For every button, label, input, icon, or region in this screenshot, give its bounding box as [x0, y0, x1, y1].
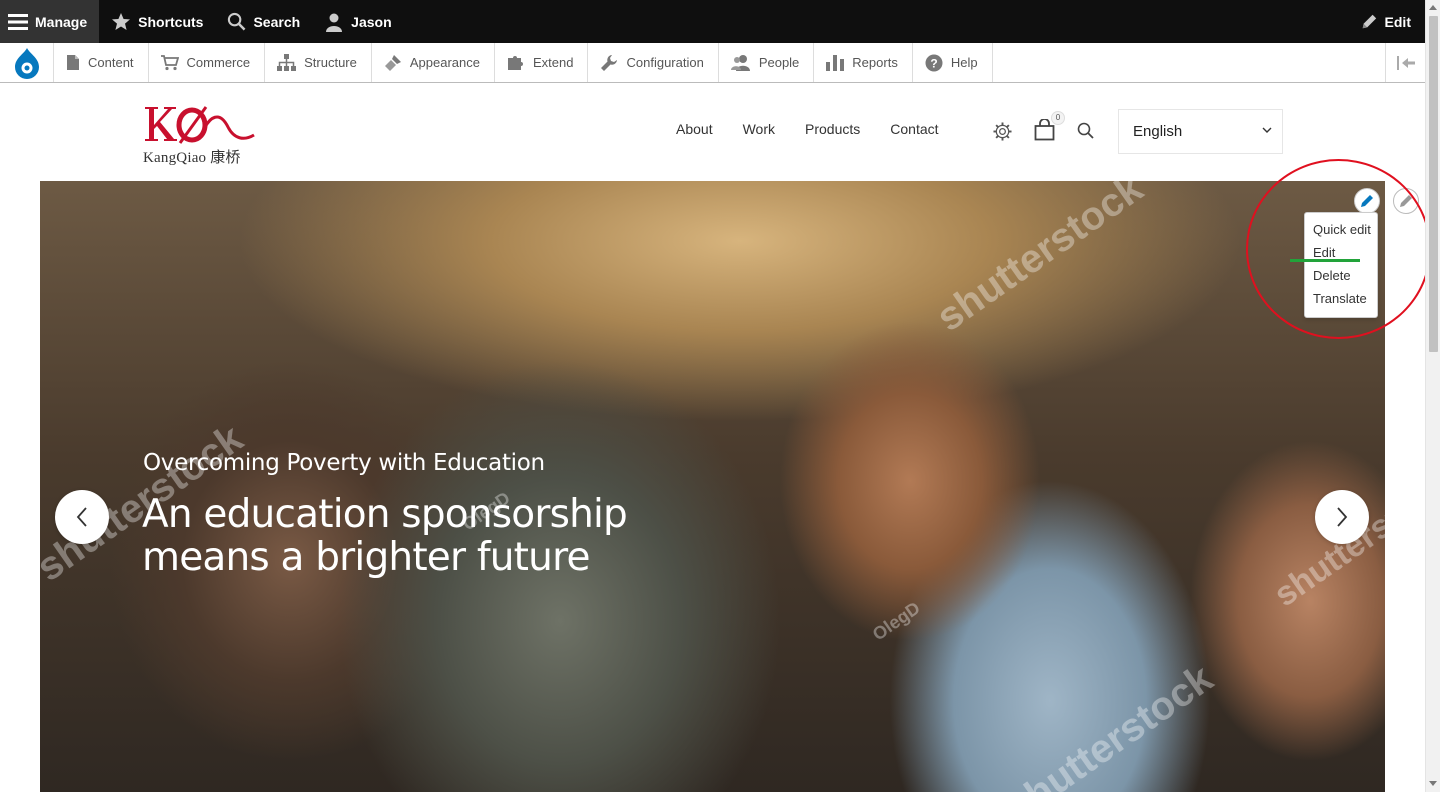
ctx-edit[interactable]: Edit — [1305, 242, 1377, 265]
contextual-links-trigger[interactable] — [1354, 188, 1380, 214]
language-select[interactable]: English — [1118, 109, 1283, 154]
search-icon — [228, 12, 246, 31]
chevron-right-icon — [1337, 507, 1348, 527]
scroll-down-arrow[interactable] — [1429, 781, 1437, 786]
logo-wordmark: KangQiao 康桥 — [143, 150, 241, 166]
hero-subtitle: Overcoming Poverty with Education — [143, 450, 545, 476]
svg-text:?: ? — [930, 56, 937, 70]
tray-item-reports[interactable]: Reports — [814, 43, 913, 82]
ctx-translate[interactable]: Translate — [1305, 288, 1377, 311]
edit-label: Edit — [1384, 13, 1411, 30]
contextual-links-menu: Quick edit Edit Delete Translate — [1304, 212, 1378, 318]
tray-item-help[interactable]: ? Help — [913, 43, 993, 82]
user-icon — [326, 13, 343, 32]
tray-label: Configuration — [626, 55, 704, 70]
file-icon — [67, 55, 79, 70]
user-label: Jason — [351, 13, 392, 30]
tray-label: Appearance — [409, 55, 480, 70]
people-icon — [730, 55, 750, 71]
bar-chart-icon — [826, 55, 845, 71]
main-nav: About Work Products Contact — [661, 121, 954, 137]
watermark: OlegD — [868, 597, 924, 645]
tray-spacer — [993, 43, 1385, 82]
tray-item-content[interactable]: Content — [54, 43, 149, 82]
watermark: shutterstock — [998, 656, 1221, 792]
search-icon[interactable] — [1077, 122, 1094, 139]
tray-label: Content — [88, 55, 134, 70]
watermark: shutterstock — [928, 181, 1151, 340]
hero-title: An education sponsorship means a brighte… — [142, 492, 628, 580]
contextual-links-trigger-secondary[interactable] — [1393, 188, 1419, 214]
puzzle-icon — [508, 56, 523, 70]
scroll-up-arrow[interactable] — [1429, 5, 1437, 10]
brush-icon — [384, 54, 401, 71]
sitemap-icon — [277, 54, 297, 71]
hero-slider: shutterstock shutterstock shutterstock s… — [40, 181, 1385, 792]
edit-tab[interactable]: Edit — [1348, 0, 1425, 43]
shortcuts-label: Shortcuts — [138, 13, 204, 30]
tray-label: People — [758, 55, 800, 70]
watermark: shutterstock — [1267, 466, 1385, 615]
manage-label: Manage — [35, 13, 88, 30]
drupal-drop-icon — [14, 47, 39, 79]
collapse-arrow-icon — [1396, 55, 1415, 70]
orientation-toggle[interactable] — [1385, 43, 1425, 82]
tray-label: Reports — [852, 55, 898, 70]
ctx-delete[interactable]: Delete — [1305, 265, 1377, 288]
nav-link-work[interactable]: Work — [728, 121, 790, 137]
pencil-icon — [1361, 195, 1373, 207]
tray-item-appearance[interactable]: Appearance — [372, 43, 495, 82]
nav-link-products[interactable]: Products — [790, 121, 875, 137]
star-icon — [112, 12, 131, 30]
tray-item-configuration[interactable]: Configuration — [588, 43, 719, 82]
shortcuts-tab[interactable]: Shortcuts — [99, 0, 215, 43]
chevron-down-icon — [1262, 127, 1272, 133]
wrench-icon — [601, 54, 618, 71]
tray-label: Commerce — [186, 55, 251, 70]
nav-link-contact[interactable]: Contact — [875, 121, 953, 137]
tray-label: Structure — [304, 55, 357, 70]
site-header: KangQiao 康桥 About Work Products Contact … — [0, 83, 1425, 181]
language-value: English — [1133, 123, 1183, 140]
settings-gear-icon[interactable] — [993, 122, 1012, 141]
pencil-icon — [1400, 195, 1412, 207]
scroll-thumb[interactable] — [1429, 16, 1438, 352]
pencil-icon — [1362, 14, 1376, 28]
ctx-quick-edit[interactable]: Quick edit — [1305, 219, 1377, 242]
admin-toolbar: Manage Shortcuts Search Jason Edit — [0, 0, 1425, 43]
drupal-logo[interactable] — [0, 43, 54, 82]
tray-label: Help — [950, 55, 978, 70]
tray-item-people[interactable]: People — [719, 43, 815, 82]
tray-item-structure[interactable]: Structure — [265, 43, 372, 82]
cart-count-badge: 0 — [1051, 111, 1065, 125]
help-icon: ? — [925, 54, 943, 71]
admin-tray: Content Commerce Structure Appearance Ex… — [0, 43, 1425, 83]
slider-next-button[interactable] — [1315, 490, 1369, 544]
nav-link-about[interactable]: About — [661, 121, 728, 137]
hamburger-icon — [8, 13, 28, 30]
cart-icon — [160, 55, 179, 71]
tray-label: Extend — [533, 55, 574, 70]
search-label: Search — [253, 13, 301, 30]
tray-item-commerce[interactable]: Commerce — [149, 43, 266, 82]
tray-item-extend[interactable]: Extend — [495, 43, 589, 82]
manage-tab[interactable]: Manage — [0, 0, 100, 43]
search-tab[interactable]: Search — [215, 0, 312, 43]
chevron-left-icon — [76, 507, 87, 527]
user-tab[interactable]: Jason — [312, 0, 403, 43]
slider-prev-button[interactable] — [55, 490, 109, 544]
page-scrollbar[interactable] — [1425, 0, 1440, 792]
